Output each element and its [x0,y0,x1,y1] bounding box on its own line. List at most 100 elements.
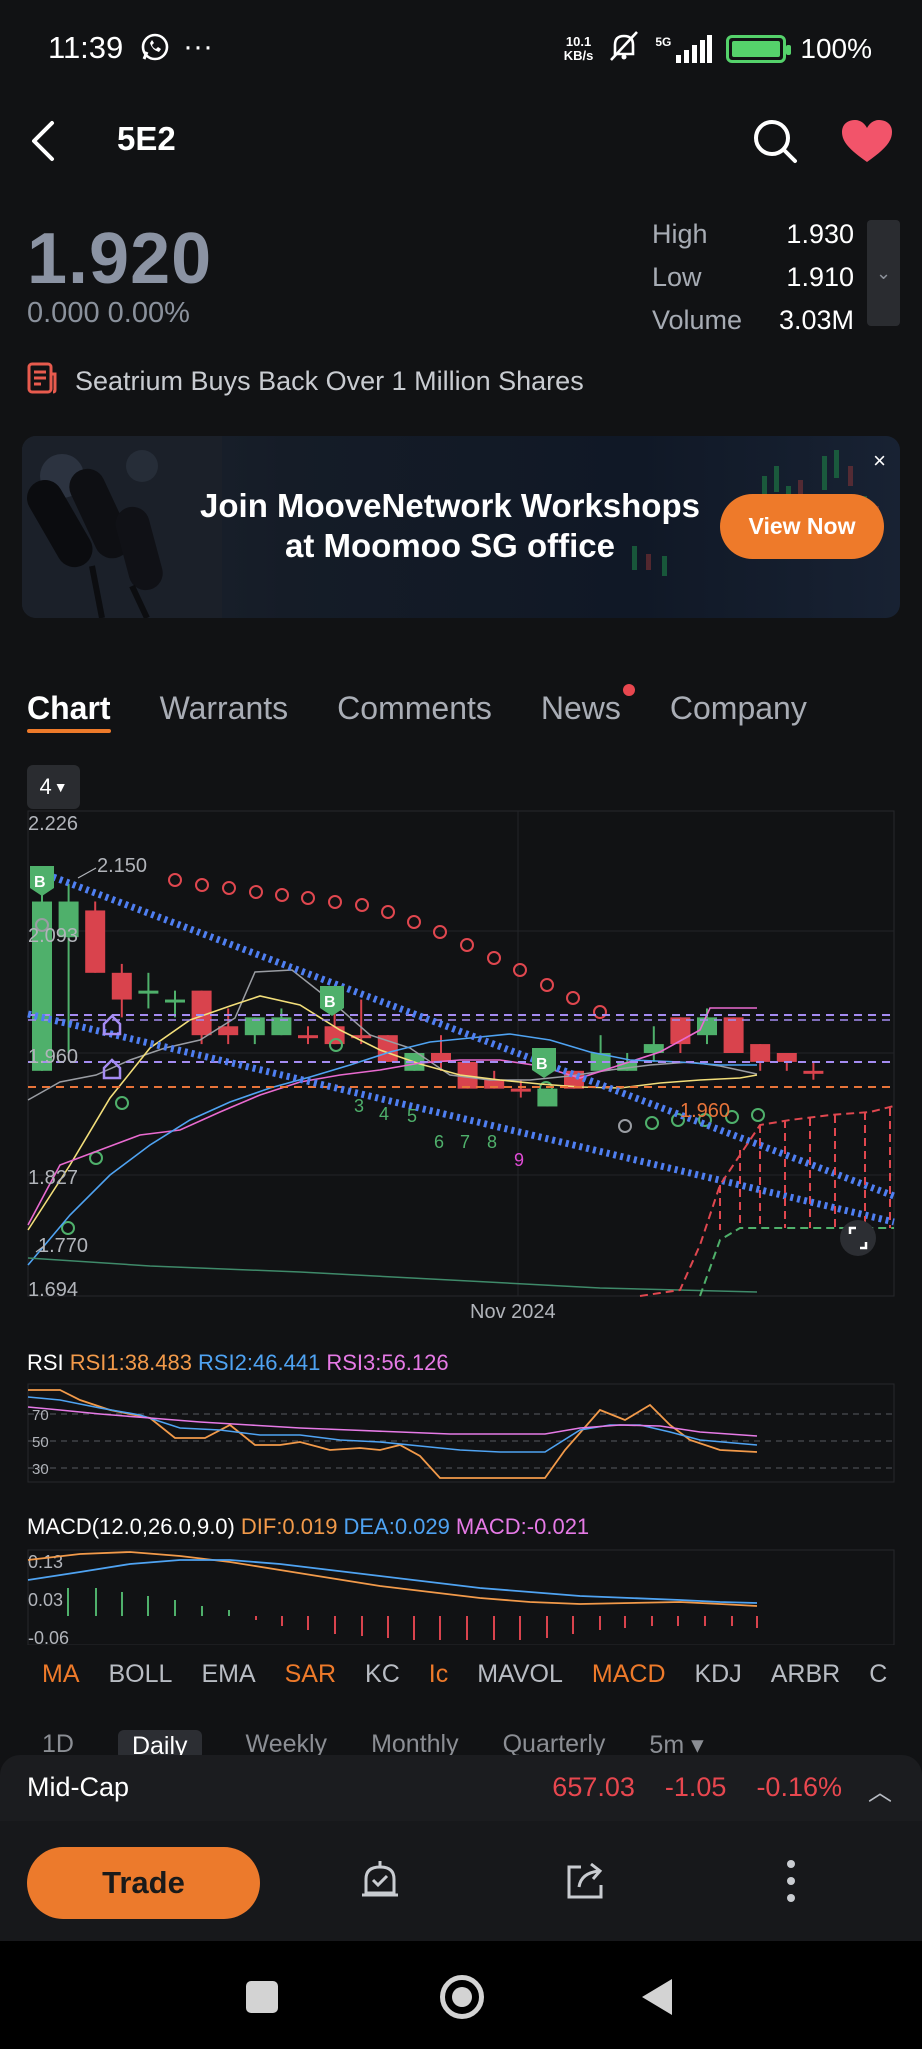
indicator-kc[interactable]: KC [365,1660,400,1689]
td-count-4: 4 [379,1104,389,1124]
indicator-sar[interactable]: SAR [285,1660,336,1689]
tab-company[interactable]: Company [670,690,807,727]
trade-button[interactable]: Trade [27,1847,260,1919]
search-icon[interactable] [752,118,798,169]
td-count-7: 7 [460,1132,470,1152]
promo-banner[interactable]: Join MooveNetwork Workshops at Moomoo SG… [22,436,900,618]
caret-down-icon: ▼ [53,779,68,795]
y-tick-1694: 1.694 [28,1279,78,1301]
td-count-8: 8 [487,1132,497,1152]
news-headline-row[interactable]: Seatrium Buys Back Over 1 Million Shares [27,362,584,401]
view-now-button[interactable]: View Now [720,494,884,559]
rsi-tick-70: 70 [32,1407,49,1424]
indicator-ma[interactable]: MA [42,1660,80,1689]
tab-chart[interactable]: Chart [27,690,111,733]
indicator-ic[interactable]: Ic [429,1660,448,1689]
stat-value-low: 1.910 [786,262,854,292]
buy-label-3: B [536,1056,548,1073]
macd-value: MACD:-0.021 [455,1514,590,1539]
banner-headline: Join MooveNetwork Workshops at Moomoo SG… [200,487,700,564]
chevron-up-icon[interactable]: ︿ [868,1772,892,1807]
rsi-legend: RSI RSI1:38.483 RSI2:46.441 RSI3:56.126 [27,1350,449,1376]
stat-values: 1.930 1.910 3.03M [779,213,854,342]
candle-body [750,1044,771,1062]
macd-title: MACD(12.0,26.0,9.0) [27,1514,235,1539]
tab-news[interactable]: News [541,684,635,727]
rsi2-value: RSI2:46.441 [198,1350,321,1375]
candle-body [776,1053,797,1062]
indicator-arbr[interactable]: ARBR [771,1660,840,1689]
price-alert-bell-icon[interactable] [358,1859,402,1910]
news-unread-badge [622,684,635,696]
rsi-title: RSI [27,1350,64,1375]
ichimoku-cloud [639,1105,895,1297]
last-price: 1.920 [27,219,213,299]
bottom-action-bar: Trade [0,1821,922,1941]
stat-label-volume: Volume [652,305,743,335]
low-marker-label: 1.770 [38,1235,88,1257]
macd-legend: MACD(12.0,26.0,9.0) DIF:0.019 DEA:0.029 … [27,1514,589,1540]
rsi3-value: RSI3:56.126 [326,1350,449,1375]
macd-tick-bottom: -0.06 [28,1628,69,1645]
net-speed: 10.1 KB/s [563,33,594,63]
tab-comments[interactable]: Comments [337,690,492,727]
more-options-icon[interactable] [784,1857,798,1910]
indicator-more[interactable]: C [869,1660,887,1689]
macd-tick-top: 0.13 [28,1552,63,1572]
rsi-chart: 70 50 30 [27,1383,895,1483]
x-axis-label: Nov 2024 [470,1301,556,1323]
stat-label-low: Low [652,262,702,292]
candle-body [138,990,159,994]
candle-body [510,1088,531,1092]
ma-line-grey [27,969,758,1101]
chart-count-dropdown[interactable]: 4 ▼ [27,765,80,809]
indicator-kdj[interactable]: KDJ [695,1660,742,1689]
heart-icon[interactable] [840,118,894,169]
index-ticker-bar[interactable]: Mid-Cap 657.03 -1.05 -0.16% ︿ [0,1755,922,1821]
y-tick-1960: 1.960 [28,1046,78,1068]
td-count-6: 6 [434,1132,444,1152]
close-icon[interactable]: × [873,448,886,474]
candle-body [85,910,106,973]
td-count-5: 5 [407,1106,417,1126]
back-arrow-icon[interactable] [28,120,58,167]
indicator-mavol[interactable]: MAVOL [477,1660,563,1689]
share-icon[interactable] [563,1859,607,1908]
index-name: Mid-Cap [27,1772,130,1802]
y-tick-2093: 2.093 [28,925,78,947]
recents-icon[interactable] [246,1981,278,2013]
candle-body [803,1070,824,1074]
stats-expand-button[interactable]: ⌄ [867,220,900,326]
system-nav-bar [0,1941,922,2049]
more-notifications-icon: ··· [183,30,213,63]
indicator-ema[interactable]: EMA [201,1660,255,1689]
news-headline-text: Seatrium Buys Back Over 1 Million Shares [75,366,584,396]
status-icons: 10.1 KB/s 5G 100% [564,30,872,67]
macd-histogram-red [255,1616,758,1640]
y-tick-2226: 2.226 [28,813,78,835]
news-document-icon [27,362,57,401]
price-chart[interactable]: 2.226 2.093 1.960 1.827 1.694 Nov 2024 2… [0,805,922,1325]
candle-body [723,1017,744,1053]
rsi3-line [27,1406,758,1437]
mute-bell-icon [607,30,641,67]
candle-body [111,972,132,1000]
td-count-9: 9 [514,1150,524,1170]
index-value: 657.03 [552,1772,635,1802]
fullscreen-icon[interactable] [840,1220,876,1256]
home-icon[interactable] [440,1975,484,2019]
indicator-boll[interactable]: BOLL [109,1660,173,1689]
back-nav-icon[interactable] [640,1977,674,2022]
stat-value-high: 1.930 [786,219,854,249]
y-tick-1827: 1.827 [28,1167,78,1189]
td-count-3: 3 [354,1096,364,1116]
high-marker-label: 2.150 [97,855,147,877]
signal-icon: 5G [655,34,713,63]
indicator-strip: MA BOLL EMA SAR KC Ic MAVOL MACD KDJ ARB… [42,1660,887,1689]
stat-labels: High Low Volume [652,213,742,342]
indicator-macd[interactable]: MACD [592,1660,666,1689]
whatsapp-icon [140,32,170,67]
macd-dif-value: DIF:0.019 [240,1514,338,1539]
tab-warrants[interactable]: Warrants [160,690,289,727]
candle-body [218,1026,239,1036]
